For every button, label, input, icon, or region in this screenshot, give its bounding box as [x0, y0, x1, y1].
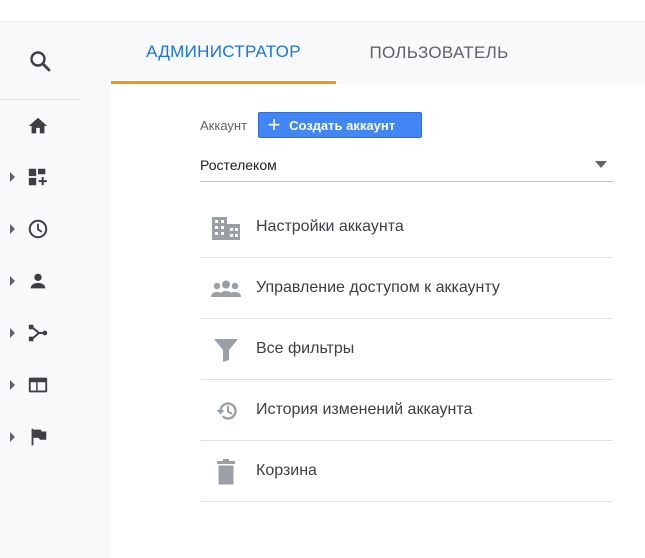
expand-arrow-icon: [10, 380, 15, 390]
account-settings-menu: Настройки аккаунта Управление доступом к…: [201, 197, 613, 502]
menu-item-label: Все фильтры: [256, 340, 355, 357]
menu-item-account-access[interactable]: Управление доступом к аккаунту: [201, 258, 613, 319]
web-icon: [28, 377, 48, 393]
menu-item-change-history[interactable]: История изменений аккаунта: [201, 380, 613, 441]
create-account-label: Создать аккаунт: [289, 117, 396, 133]
menu-item-label: Настройки аккаунта: [256, 218, 404, 235]
people-icon: [211, 280, 241, 297]
account-label: Аккаунт: [200, 117, 248, 133]
trash-icon: [217, 459, 235, 485]
account-select[interactable]: Ростелеком: [200, 150, 613, 182]
menu-item-label: Корзина: [256, 462, 317, 479]
account-panel: Аккаунт + Создать аккаунт Ростелеком Нас…: [111, 84, 645, 558]
home-icon: [28, 117, 48, 134]
menu-item-label: История изменений аккаунта: [256, 401, 473, 418]
history-icon: [216, 402, 237, 420]
search-icon: [30, 51, 51, 72]
sidebar-item-acquisition[interactable]: [0, 313, 80, 353]
sidebar-nav: [0, 22, 111, 558]
account-select-value: Ростелеком: [200, 157, 277, 173]
search-button[interactable]: [0, 22, 80, 100]
expand-arrow-icon: [10, 328, 15, 338]
menu-item-trash[interactable]: Корзина: [201, 441, 613, 502]
expand-arrow-icon: [10, 276, 15, 286]
filter-icon: [214, 339, 238, 362]
sidebar-item-realtime[interactable]: [0, 209, 80, 249]
dashboard-add-icon: [28, 168, 47, 186]
admin-tabs: АДМИНИСТРАТОР ПОЛЬЗОВАТЕЛЬ: [111, 22, 645, 84]
expand-arrow-icon: [10, 224, 15, 234]
building-icon: [212, 217, 240, 240]
sidebar-divider: [0, 99, 80, 100]
sidebar-item-conversions[interactable]: [0, 417, 80, 457]
create-account-button[interactable]: + Создать аккаунт: [258, 112, 423, 138]
acquisition-icon: [28, 324, 48, 342]
plus-icon: +: [267, 112, 281, 137]
sidebar-item-behavior[interactable]: [0, 365, 80, 405]
tab-admin[interactable]: АДМИНИСТРАТОР: [111, 22, 336, 84]
expand-arrow-icon: [10, 432, 15, 442]
expand-arrow-icon: [10, 172, 15, 182]
flag-icon: [31, 428, 47, 446]
menu-item-all-filters[interactable]: Все фильтры: [201, 319, 613, 380]
top-bar: [0, 0, 645, 22]
clock-icon: [28, 219, 48, 239]
account-header: Аккаунт + Создать аккаунт: [200, 112, 423, 138]
sidebar-item-home[interactable]: [0, 106, 80, 146]
tab-user[interactable]: ПОЛЬЗОВАТЕЛЬ: [336, 22, 542, 84]
person-icon: [30, 273, 46, 289]
menu-item-account-settings[interactable]: Настройки аккаунта: [201, 197, 613, 258]
menu-item-label: Управление доступом к аккаунту: [256, 279, 500, 296]
sidebar-item-audience[interactable]: [0, 261, 80, 301]
dropdown-caret-icon: [595, 161, 607, 168]
sidebar-item-customization[interactable]: [0, 157, 80, 197]
